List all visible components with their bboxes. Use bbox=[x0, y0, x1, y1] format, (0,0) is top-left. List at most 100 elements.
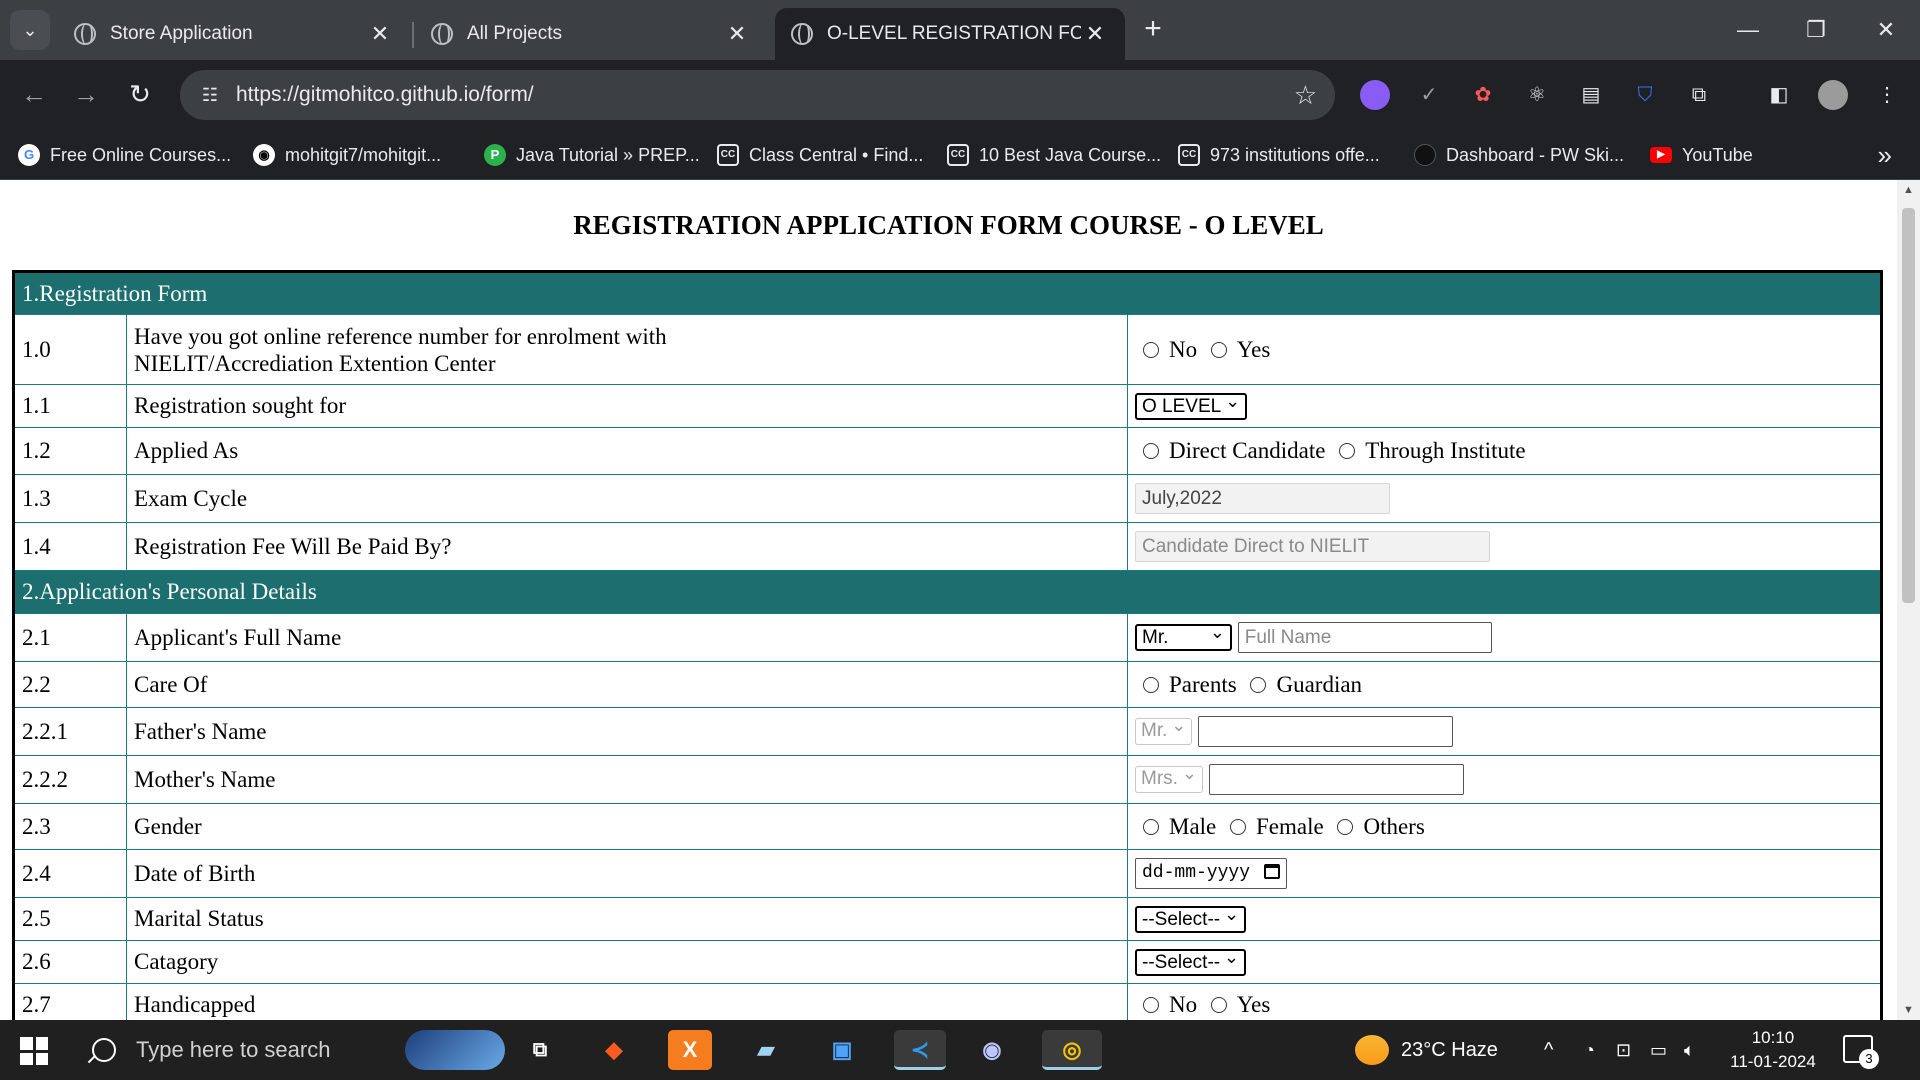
form-row: 2.2 Care Of Parents Guardian bbox=[13, 661, 1882, 708]
notepad-icon[interactable]: ▰ bbox=[744, 1030, 788, 1070]
bookmark-item[interactable]: CC 973 institutions offe... bbox=[1178, 130, 1380, 180]
date-placeholder: dd-mm-yyyy bbox=[1142, 863, 1251, 883]
tab-search-dropdown-icon[interactable]: ⌄ bbox=[10, 10, 50, 50]
registration-course-select[interactable]: O LEVEL bbox=[1135, 390, 1248, 421]
profile-avatar[interactable] bbox=[1818, 80, 1848, 110]
row-control: Male Female Others bbox=[1127, 803, 1882, 850]
radio-guardian[interactable] bbox=[1250, 676, 1267, 693]
row-control: Mr. bbox=[1127, 707, 1882, 756]
radio-handicapped-yes[interactable] bbox=[1210, 996, 1227, 1013]
battery-icon[interactable]: ▭ bbox=[1650, 1020, 1667, 1080]
page-scrollbar[interactable]: ▲ ▼ bbox=[1897, 180, 1920, 1020]
chrome-icon[interactable]: ◎ bbox=[1042, 1030, 1102, 1070]
reload-icon[interactable]: ↻ bbox=[120, 74, 160, 114]
mother-title-select[interactable]: Mrs. bbox=[1135, 762, 1203, 793]
tab-store-application[interactable]: Store Application ✕ bbox=[58, 8, 410, 60]
network-icon[interactable]: ◔ bbox=[1584, 1020, 1595, 1080]
bookmark-item[interactable]: CC 10 Best Java Course... bbox=[947, 130, 1161, 180]
address-bar[interactable]: ☷ https://gitmohitco.github.io/form/ ☆ bbox=[180, 70, 1335, 120]
eclipse-icon[interactable]: ◉ bbox=[970, 1030, 1014, 1070]
father-title-select[interactable]: Mr. bbox=[1135, 714, 1193, 745]
vscode-icon[interactable]: ≺ bbox=[894, 1030, 946, 1070]
more-bookmarks-icon[interactable]: » bbox=[1878, 130, 1892, 180]
close-window-icon[interactable]: ✕ bbox=[1856, 8, 1916, 52]
bookmark-label: 10 Best Java Course... bbox=[979, 144, 1162, 165]
marital-status-select[interactable]: --Select-- bbox=[1135, 903, 1247, 934]
radio-parents[interactable] bbox=[1143, 676, 1159, 693]
extension-shield-icon[interactable]: ⛉ bbox=[1630, 80, 1660, 110]
url-text[interactable]: https://gitmohitco.github.io/form/ bbox=[236, 70, 534, 120]
date-of-birth-input[interactable]: dd-mm-yyyy bbox=[1135, 858, 1288, 889]
bookmark-item[interactable]: ▶ YouTube bbox=[1650, 130, 1753, 180]
bookmark-item[interactable]: P Java Tutorial » PREP... bbox=[484, 130, 700, 180]
category-select[interactable]: --Select-- bbox=[1135, 946, 1247, 977]
father-name-input[interactable] bbox=[1198, 716, 1454, 747]
forward-icon[interactable]: → bbox=[66, 74, 106, 114]
windows-start-icon[interactable] bbox=[20, 1037, 48, 1065]
radio-no[interactable] bbox=[1143, 341, 1159, 358]
extension-check-icon[interactable]: ✓ bbox=[1414, 80, 1444, 110]
close-tab-icon[interactable]: ✕ bbox=[723, 21, 751, 47]
bookmark-star-icon[interactable]: ☆ bbox=[1294, 70, 1317, 120]
row-number: 1.3 bbox=[13, 474, 127, 523]
bookmark-item[interactable]: Dashboard - PW Ski... bbox=[1414, 130, 1624, 180]
close-tab-icon[interactable]: ✕ bbox=[1081, 21, 1109, 47]
exam-cycle-field[interactable]: July,2022 bbox=[1135, 483, 1390, 514]
notification-center-icon[interactable]: 3 bbox=[1843, 1035, 1879, 1069]
extensions-puzzle-icon[interactable]: ⧉ bbox=[1684, 80, 1714, 110]
scrollbar-thumb[interactable] bbox=[1902, 208, 1915, 603]
radio-through-institute[interactable] bbox=[1339, 443, 1356, 459]
row-control: July,2022 bbox=[1127, 474, 1882, 523]
extension-colorwheel-icon[interactable]: ✿ bbox=[1468, 80, 1498, 110]
bookmark-item[interactable]: CC Class Central • Find... bbox=[717, 130, 923, 180]
radio-handicapped-no[interactable] bbox=[1143, 996, 1159, 1013]
tab-title: O-LEVEL REGISTRATION FORM bbox=[827, 23, 1081, 44]
calendar-icon[interactable] bbox=[1264, 864, 1281, 879]
site-info-icon[interactable]: ☷ bbox=[194, 80, 226, 110]
bookmark-item[interactable]: ◉ mohitgit7/mohitgit... bbox=[253, 130, 441, 180]
back-icon[interactable]: ← bbox=[14, 74, 54, 114]
tab-olevel-form[interactable]: O-LEVEL REGISTRATION FORM ✕ bbox=[775, 8, 1125, 60]
radio-direct-candidate[interactable] bbox=[1143, 443, 1159, 459]
scroll-down-icon[interactable]: ▼ bbox=[1897, 1004, 1920, 1016]
mother-name-input[interactable] bbox=[1208, 764, 1464, 795]
page-title: REGISTRATION APPLICATION FORM COURSE - O… bbox=[573, 210, 1324, 240]
xampp-icon[interactable]: X bbox=[668, 1030, 712, 1070]
radio-others[interactable] bbox=[1337, 818, 1354, 835]
full-name-input[interactable]: Full Name bbox=[1237, 622, 1492, 653]
row-label: Mother's Name bbox=[126, 755, 1128, 804]
side-panel-icon[interactable]: ◧ bbox=[1764, 80, 1794, 110]
radio-female[interactable] bbox=[1230, 818, 1247, 835]
weather-widget[interactable]: 23°C Haze bbox=[1355, 1020, 1498, 1080]
browser-toolbar: ← → ↻ ☷ https://gitmohitco.github.io/for… bbox=[0, 60, 1920, 130]
close-tab-icon[interactable]: ✕ bbox=[366, 21, 394, 47]
tab-all-projects[interactable]: All Projects ✕ bbox=[415, 8, 767, 60]
system-clock[interactable]: 10:10 11-01-2024 bbox=[1718, 1026, 1828, 1074]
radio-yes[interactable] bbox=[1210, 341, 1227, 358]
task-view-icon[interactable]: ⧉ bbox=[518, 1030, 562, 1070]
restore-icon[interactable]: ❐ bbox=[1786, 8, 1846, 52]
weather-haze-icon bbox=[1355, 1035, 1389, 1065]
bookmark-item[interactable]: G Free Online Courses... bbox=[18, 130, 231, 180]
file-explorer-icon[interactable]: ▣ bbox=[820, 1030, 864, 1070]
row-label: Father's Name bbox=[126, 707, 1128, 756]
show-hidden-icons-icon[interactable]: ^ bbox=[1544, 1020, 1553, 1080]
device-icon[interactable]: ⊡ bbox=[1616, 1020, 1631, 1080]
pwskills-icon bbox=[1414, 144, 1436, 166]
minimize-icon[interactable]: — bbox=[1718, 8, 1778, 52]
extension-purple-icon[interactable] bbox=[1360, 80, 1390, 110]
extension-reader-icon[interactable]: ▤ bbox=[1576, 80, 1606, 110]
volume-icon[interactable]: 🔈︎ bbox=[1684, 1020, 1695, 1080]
google-icon: G bbox=[18, 144, 40, 166]
menu-kebab-icon[interactable]: ⋮ bbox=[1872, 80, 1902, 110]
applicant-title-select[interactable]: Mr. bbox=[1135, 621, 1232, 651]
brave-browser-icon[interactable]: ◆ bbox=[592, 1030, 636, 1070]
fee-paid-by-field[interactable]: Candidate Direct to NIELIT bbox=[1135, 531, 1490, 562]
search-highlight-image[interactable] bbox=[405, 1030, 505, 1070]
scroll-up-icon[interactable]: ▲ bbox=[1897, 184, 1920, 196]
row-control: No Yes bbox=[1127, 314, 1882, 385]
radio-male[interactable] bbox=[1143, 818, 1159, 835]
new-tab-button[interactable]: + bbox=[1138, 12, 1168, 46]
extension-react-icon[interactable]: ⚛ bbox=[1522, 80, 1552, 110]
bookmark-label: Free Online Courses... bbox=[50, 144, 232, 165]
